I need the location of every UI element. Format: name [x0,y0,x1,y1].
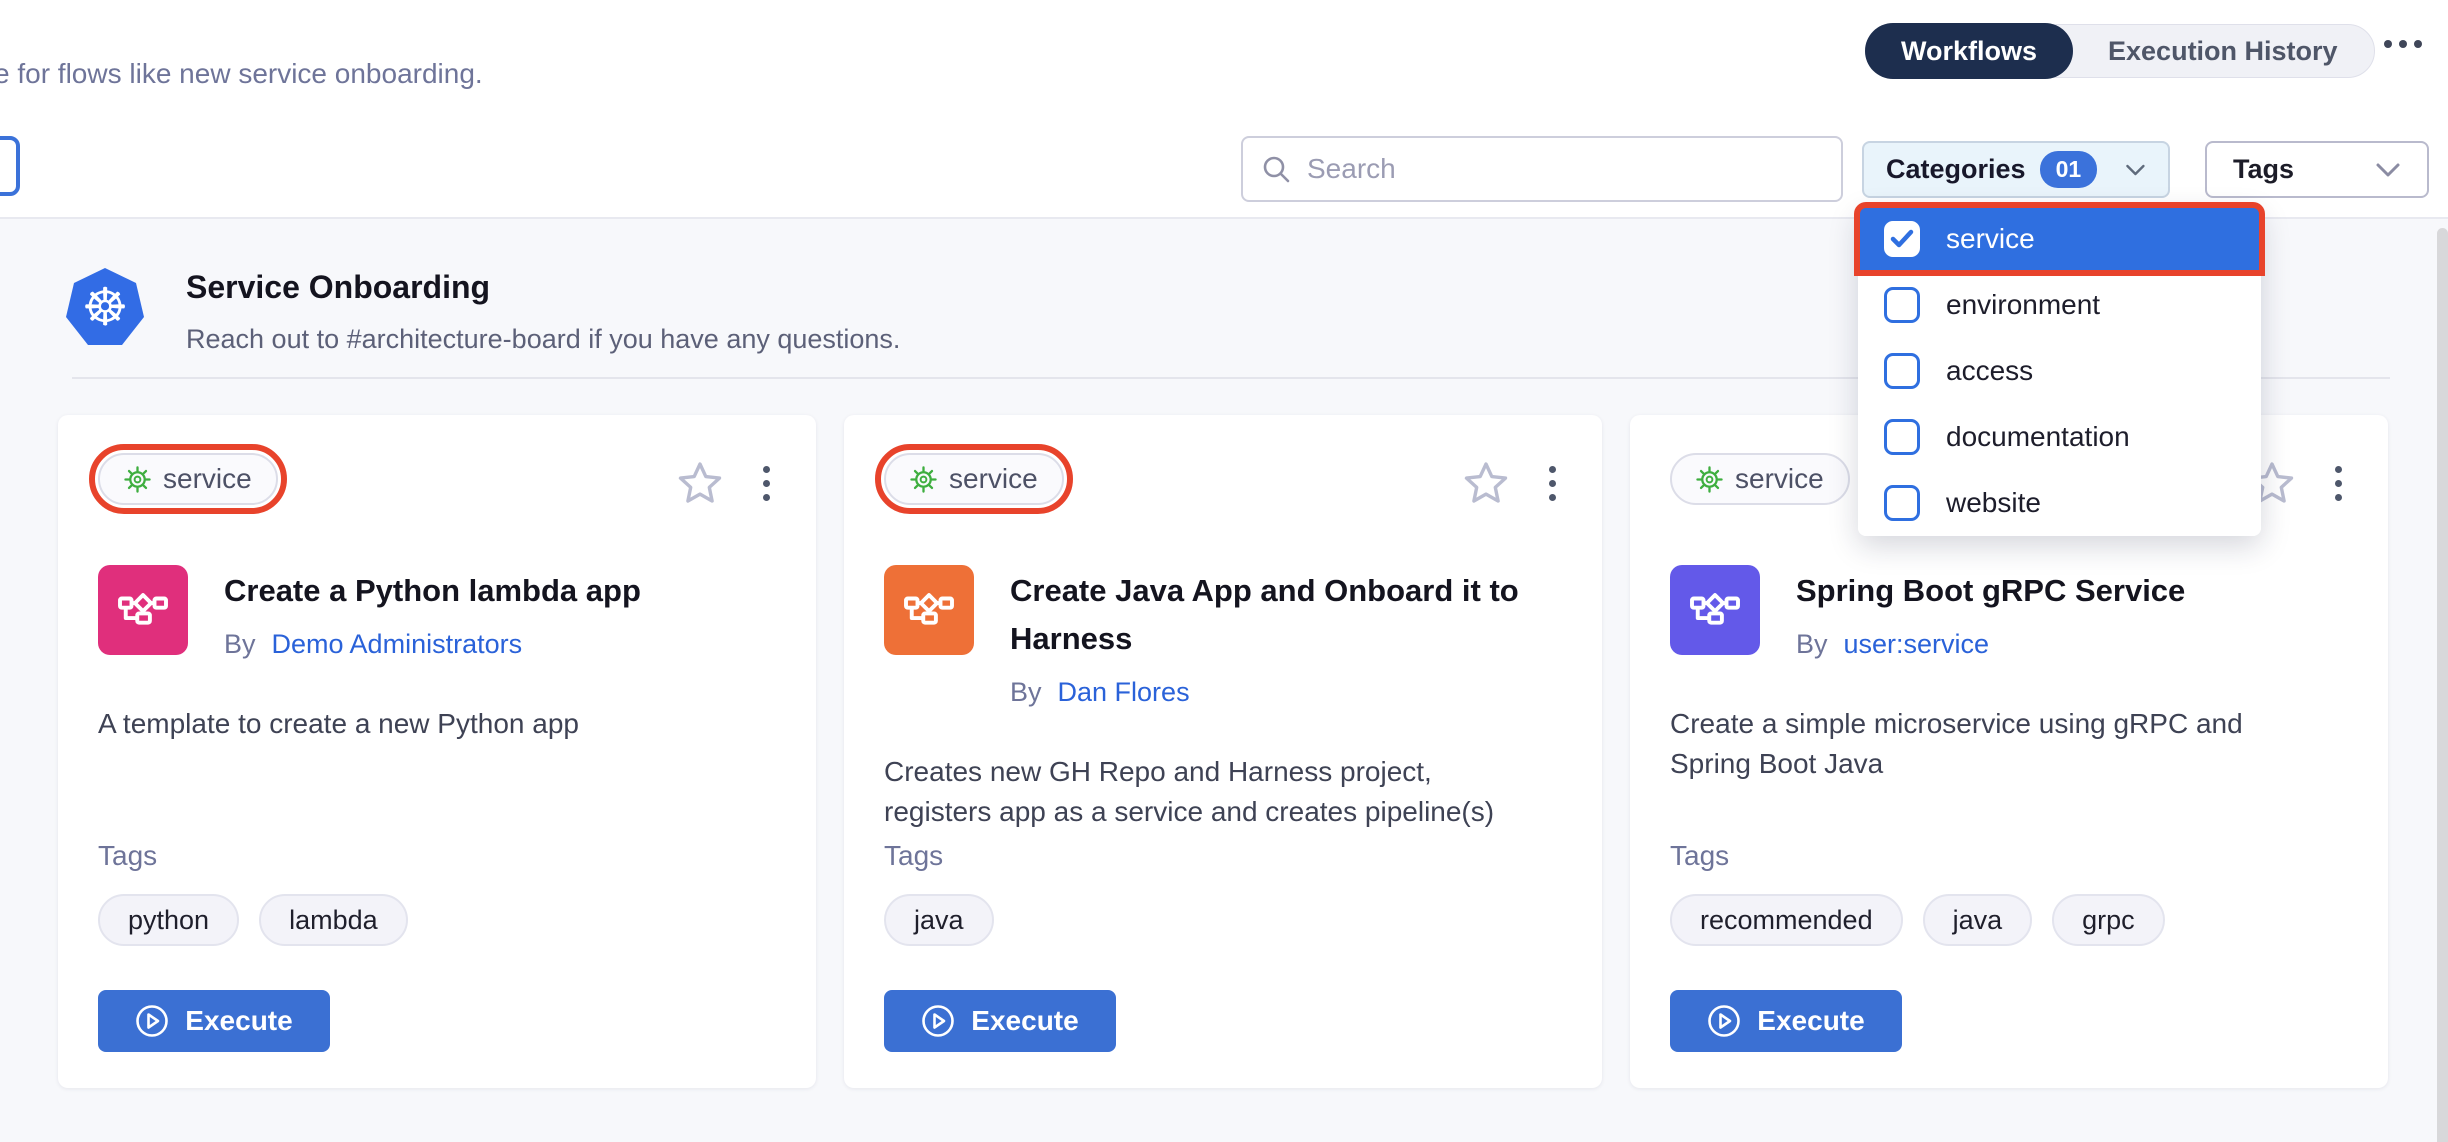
tag-pill: java [1923,894,2033,946]
page-subtitle: e for flows like new service onboarding. [0,58,483,90]
workflow-description: A template to create a new Python app [98,704,738,744]
execute-button[interactable]: Execute [884,990,1116,1052]
checkbox-unchecked[interactable] [1884,485,1920,521]
card-menu-icon[interactable] [1543,464,1562,503]
favorite-star-icon[interactable] [677,461,723,505]
workflow-title: Create a Python lambda app [224,567,641,615]
play-icon [1707,1004,1741,1038]
vertical-scrollbar[interactable] [2437,228,2448,1142]
view-toggle: Workflows Execution History [1865,24,2375,78]
chevron-down-icon [2375,162,2401,178]
tag-pill: lambda [259,894,408,946]
checkbox-unchecked[interactable] [1884,353,1920,389]
dropdown-option-environment[interactable]: environment [1858,272,2261,338]
tags-label: Tags [1670,840,2348,872]
dropdown-option-label: documentation [1946,421,2130,453]
workflow-icon [1670,565,1760,655]
dropdown-option-access[interactable]: access [1858,338,2261,404]
card-menu-icon[interactable] [757,464,776,503]
categories-dropdown-button[interactable]: Categories 01 [1862,141,2170,198]
workflow-owner-link[interactable]: Dan Flores [1058,677,1190,708]
tag-pill: grpc [2052,894,2165,946]
workflow-owner-link[interactable]: user:service [1844,629,1990,660]
search-input-container [1241,136,1843,202]
section-title: Service Onboarding [186,269,900,306]
dropdown-option-label: environment [1946,289,2100,321]
workflow-description: Create a simple microservice using gRPC … [1670,704,2310,784]
dropdown-option-label: access [1946,355,2033,387]
svg-text:☸: ☸ [82,278,129,338]
workflow-icon [98,565,188,655]
categories-count-badge: 01 [2040,151,2098,188]
dropdown-option-label: website [1946,487,2041,519]
section-subtitle: Reach out to #architecture-board if you … [186,324,900,355]
gear-icon [910,466,937,493]
workflow-card: service [58,415,816,1088]
category-badge-label: service [1735,463,1824,495]
execute-button[interactable]: Execute [98,990,330,1052]
workflows-page: e for flows like new service onboarding.… [0,0,2448,1142]
edge-cropped-chip[interactable] [0,136,20,196]
tags-dropdown-button[interactable]: Tags [2205,141,2429,198]
category-badge-label: service [949,463,1038,495]
category-badge: service [884,453,1064,505]
by-label: By [224,629,256,660]
tab-execution-history[interactable]: Execution History [2072,24,2374,78]
dropdown-option-service[interactable]: service [1858,206,2261,272]
workflow-icon [884,565,974,655]
checkbox-unchecked[interactable] [1884,287,1920,323]
search-icon [1261,154,1291,184]
execute-label: Execute [185,1005,292,1037]
category-badge: service [1670,453,1850,505]
tag-pill: recommended [1670,894,1903,946]
gear-icon [1696,466,1723,493]
section-header: ☸ Service Onboarding Reach out to #archi… [64,267,900,355]
favorite-star-icon[interactable] [1463,461,1509,505]
dropdown-option-label: service [1946,223,2035,255]
execute-label: Execute [1757,1005,1864,1037]
workflow-owner-link[interactable]: Demo Administrators [272,629,523,660]
category-badge-label: service [163,463,252,495]
tag-pill: java [884,894,994,946]
execute-button[interactable]: Execute [1670,990,1902,1052]
dropdown-option-documentation[interactable]: documentation [1858,404,2261,470]
play-icon [921,1004,955,1038]
more-options-icon[interactable] [2384,40,2422,48]
workflow-description: Creates new GH Repo and Harness project,… [884,752,1524,832]
card-menu-icon[interactable] [2329,464,2348,503]
chevron-down-icon [2125,162,2146,178]
workflow-card: service [844,415,1602,1088]
categories-label: Categories [1886,154,2026,185]
tags-filter-label: Tags [2233,154,2294,185]
by-label: By [1796,629,1828,660]
execute-label: Execute [971,1005,1078,1037]
dropdown-option-website[interactable]: website [1858,470,2261,536]
gear-icon [124,466,151,493]
tab-workflows[interactable]: Workflows [1865,23,2073,79]
checkbox-unchecked[interactable] [1884,419,1920,455]
by-label: By [1010,677,1042,708]
workflow-title: Create Java App and Onboard it to Harnes… [1010,567,1562,663]
tags-label: Tags [98,840,776,872]
search-input[interactable] [1307,153,1823,185]
categories-dropdown-panel: service environment access documentation… [1858,206,2261,536]
workflow-title: Spring Boot gRPC Service [1796,567,2185,615]
tag-pill: python [98,894,239,946]
tags-label: Tags [884,840,1562,872]
play-icon [135,1004,169,1038]
category-badge: service [98,453,278,505]
checkbox-checked[interactable] [1884,221,1920,257]
kubernetes-icon: ☸ [64,267,146,349]
page-header: e for flows like new service onboarding.… [0,0,2448,133]
